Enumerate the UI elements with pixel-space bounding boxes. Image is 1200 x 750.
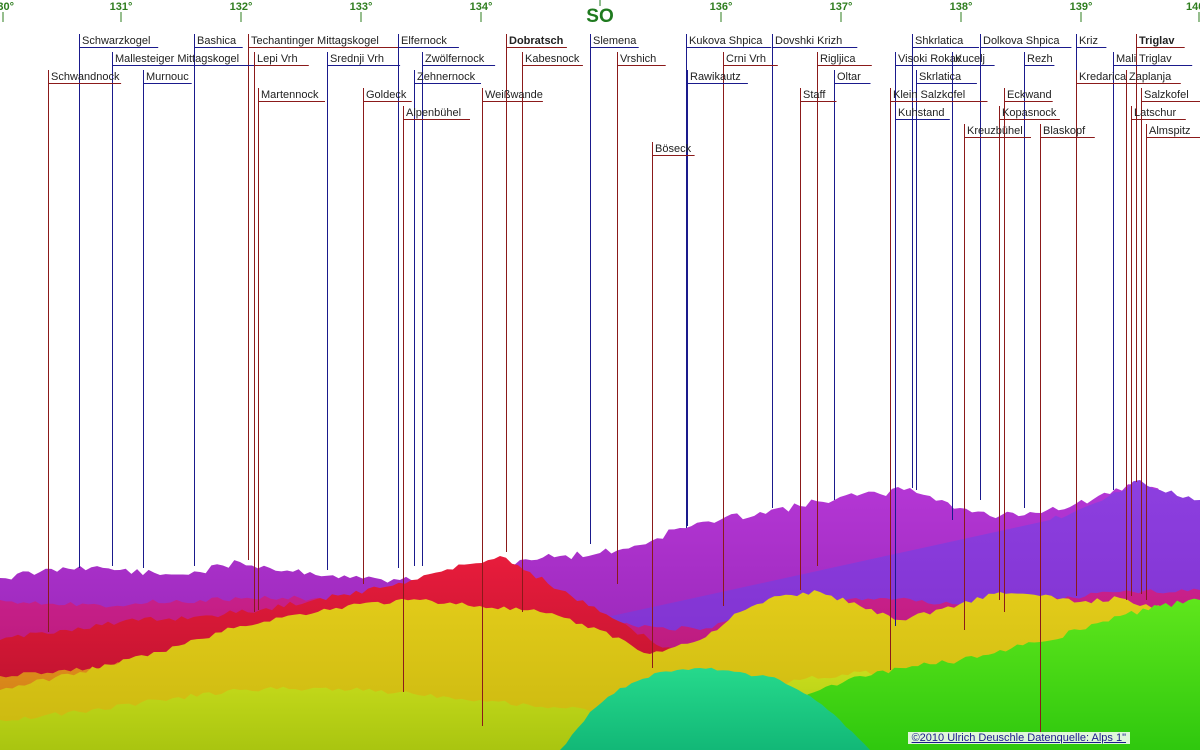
peak-label: Schwarzkogel (82, 35, 150, 47)
peak-label: Zwölfernock (425, 53, 485, 65)
degree-label: 133° (350, 1, 373, 13)
peak-label: Goldeck (366, 89, 407, 101)
peak-label: Vrshich (620, 53, 656, 65)
peak-label: Lepi Vrh (257, 53, 298, 65)
peak-label: Eckwand (1007, 89, 1052, 101)
peak-label: Zehnernock (417, 71, 476, 83)
peak-label: Kredarica (1079, 71, 1127, 83)
peak-label: Elfernock (401, 35, 447, 47)
panorama-stage: Schwarzkogel Bashica Techantinger Mittagsk… (0, 0, 1200, 750)
degree-label: 138° (950, 1, 973, 13)
peak-label: Dolkova Shpica (983, 35, 1060, 47)
degree-label: 132° (230, 1, 253, 13)
terrain-layers (0, 480, 1200, 750)
peak-label: Salzkofel (1144, 89, 1189, 101)
peak-label: Srednji Vrh (330, 53, 384, 65)
peak-label: Staff (803, 89, 826, 101)
peak-label: Techantinger Mittagskogel (251, 35, 379, 47)
compass-direction: SO (586, 6, 613, 27)
peak-label: Kriz (1079, 35, 1098, 47)
peak-label: Klein Salzkofel (893, 89, 965, 101)
peak-label: Mallesteiger Mittagskogel (115, 53, 239, 65)
peak-label: Slemena (593, 35, 637, 47)
panorama-canvas: Schwarzkogel Bashica Techantinger Mittagsk… (0, 0, 1200, 750)
degree-label: 140° (1186, 1, 1200, 13)
degree-label: 134° (470, 1, 493, 13)
peak-label: Rigljica (820, 53, 856, 65)
peak-label: Oltar (837, 71, 861, 83)
peak-label: Rezh (1027, 53, 1053, 65)
degree-label: 131° (110, 1, 133, 13)
peak-label: Zaplanja (1129, 71, 1172, 83)
degree-label: 137° (830, 1, 853, 13)
peak-label: Kreuzbühel (967, 125, 1023, 137)
compass-ticks: 130° 131° 132° 133° 134° 136° 137° 138° 139° 140°… (0, 0, 1200, 27)
peak-label: Visoki Rokav (898, 53, 962, 65)
peak-label: Kabesnock (525, 53, 580, 65)
peak-label: Murnouc (146, 71, 189, 83)
credit-link[interactable]: ©2010 Ulrich Deuschle Datenquelle: Alps … (907, 732, 1130, 744)
peak-label: Triglav (1139, 35, 1175, 47)
peak-label: Dobratsch (509, 35, 564, 47)
peak-label: Mali Triglav (1116, 53, 1172, 65)
peak-label: Bashica (197, 35, 237, 47)
peak-label: Rawikautz (690, 71, 741, 83)
peak-label: Dovshki Krizh (775, 35, 842, 47)
peak-label: Almspitz (1149, 125, 1191, 137)
peak-label: Martennock (261, 89, 319, 101)
peak-label: Kuhstand (898, 107, 944, 119)
peak-label: Böseck (655, 143, 692, 155)
peak-label: Kopasnock (1002, 107, 1057, 119)
peak-label: Shkrlatica (915, 35, 964, 47)
degree-label: 130° (0, 1, 14, 13)
degree-label: 139° (1070, 1, 1093, 13)
peak-label: Latschur (1134, 107, 1177, 119)
degree-label: 136° (710, 1, 733, 13)
peak-label: Blaskopf (1043, 125, 1086, 137)
peak-label: Crni Vrh (726, 53, 766, 65)
peak-label: Skrlatica (919, 71, 962, 83)
peak-label: Weißwande (485, 89, 543, 101)
peak-label: Schwandnock (51, 71, 120, 83)
peak-label: Kucelj (955, 53, 985, 65)
peak-label: Alpenbühel (406, 107, 461, 119)
peak-label: Kukova Shpica (689, 35, 763, 47)
